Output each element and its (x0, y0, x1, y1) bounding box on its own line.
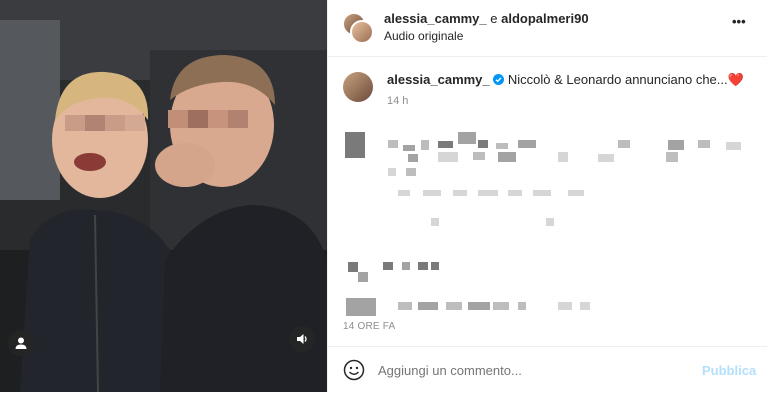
post-photo (0, 0, 327, 392)
username-link[interactable]: aldopalmeri90 (501, 11, 588, 26)
caption-body: Niccolò & Leonardo annunciano che...❤️ (507, 72, 744, 87)
tagged-users-button[interactable] (8, 330, 34, 356)
audio-subtitle[interactable]: Audio originale (384, 29, 463, 43)
blurred-avatar (346, 298, 376, 316)
audio-toggle-button[interactable] (289, 326, 315, 352)
caption-time[interactable]: 14 h (387, 95, 408, 107)
publish-button[interactable]: Pubblica (702, 363, 756, 378)
caption-text: alessia_cammy_ Niccolò & Leonardo annunc… (387, 72, 744, 88)
avatar[interactable] (350, 20, 374, 44)
verified-badge-icon (493, 74, 505, 85)
post-media[interactable] (0, 0, 327, 392)
comment-input[interactable] (378, 361, 678, 379)
post-side-panel: alessia_cammy_ e aldopalmeri90 Audio ori… (327, 0, 767, 392)
more-options-icon[interactable]: ••• (732, 14, 746, 29)
post-timestamp[interactable]: 14 ORE FA (343, 321, 395, 332)
comment-bar: Pubblica (328, 346, 767, 393)
caption-username[interactable]: alessia_cammy_ (387, 72, 490, 87)
username-link[interactable]: alessia_cammy_ (384, 11, 487, 26)
avatar[interactable] (343, 72, 373, 102)
conjunction-text: e (486, 11, 502, 26)
emoji-icon[interactable] (343, 359, 365, 381)
speaker-icon (297, 334, 307, 344)
blurred-avatar (345, 132, 365, 158)
header-usernames: alessia_cammy_ e aldopalmeri90 (384, 11, 589, 26)
person-icon (15, 337, 27, 349)
post-header: alessia_cammy_ e aldopalmeri90 Audio ori… (328, 0, 767, 57)
